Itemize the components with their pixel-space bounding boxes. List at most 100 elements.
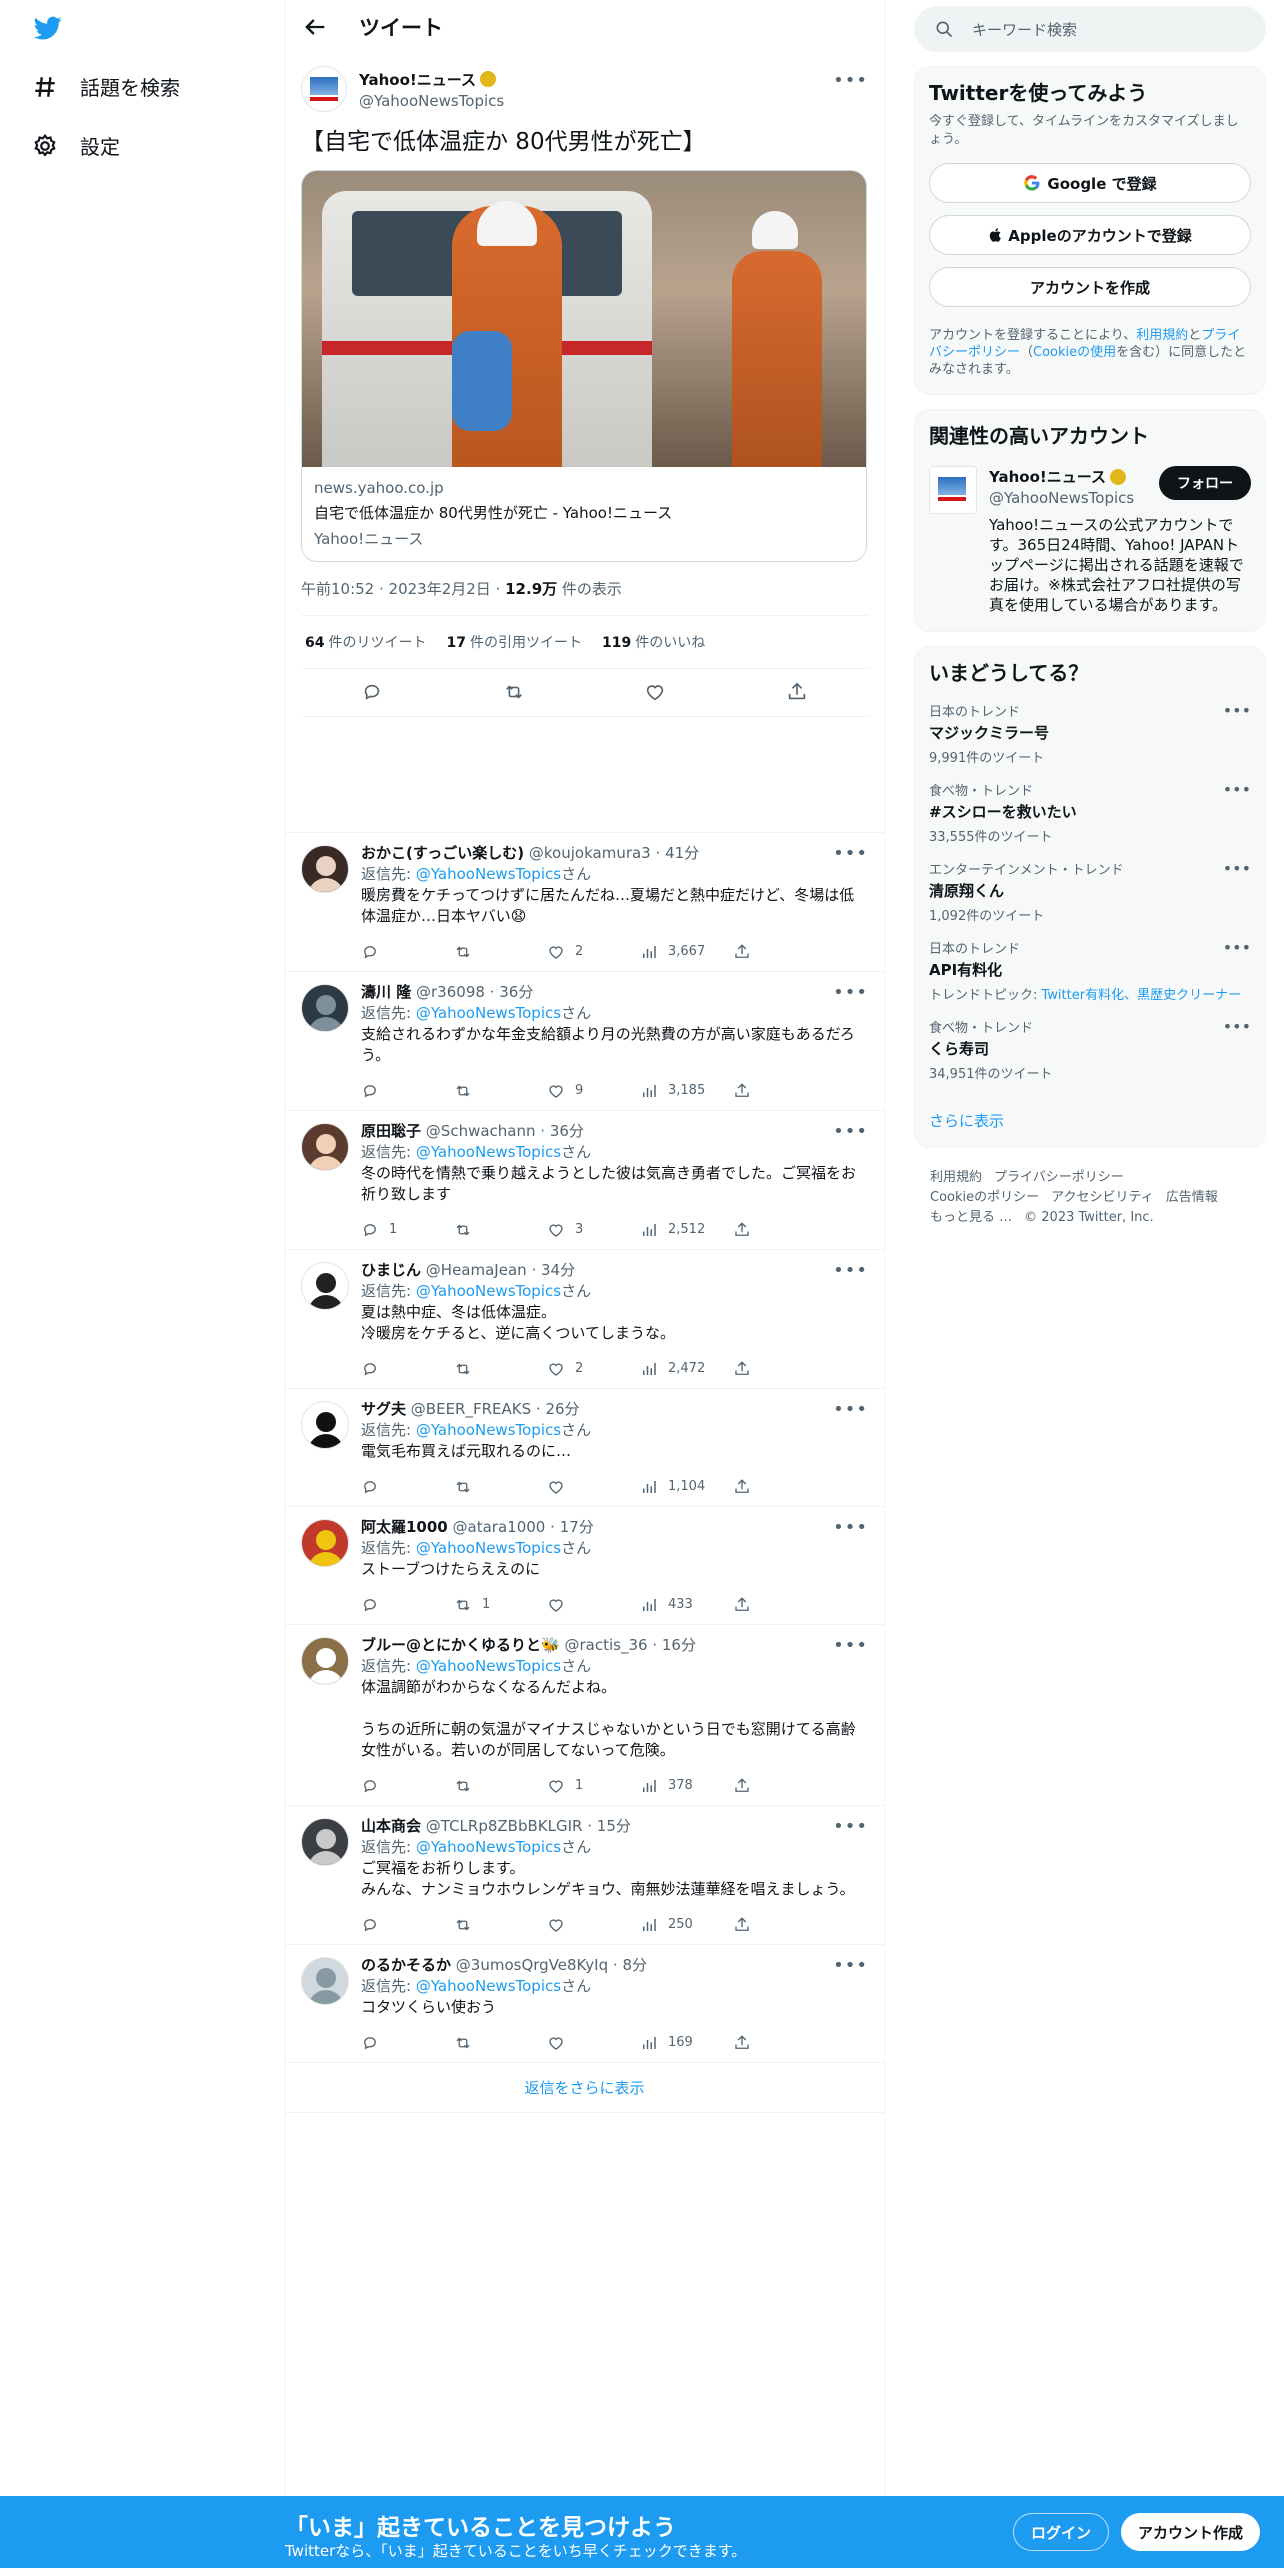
reply-avatar[interactable] bbox=[301, 1122, 349, 1171]
views-button[interactable]: 1,104 bbox=[640, 1478, 733, 1496]
reply-author-name[interactable]: 阿太羅1000 bbox=[361, 1518, 448, 1536]
trend-item[interactable]: エンターテインメント・トレンド 清原翔くん 1,092件のツイート ••• bbox=[929, 859, 1251, 924]
retweet-button[interactable] bbox=[454, 1777, 547, 1795]
share-button[interactable] bbox=[733, 1082, 826, 1100]
reply-author-handle[interactable]: @r36098 bbox=[416, 983, 485, 1001]
tweet-date[interactable]: 2023年2月2日 bbox=[389, 580, 491, 598]
trend-related-links[interactable]: Twitter有料化、黒歴史クリーナー bbox=[1042, 988, 1242, 1003]
retweet-button[interactable] bbox=[454, 1478, 547, 1496]
more-options-icon[interactable]: ••• bbox=[833, 1121, 868, 1142]
retweet-button[interactable] bbox=[454, 943, 547, 961]
reply-avatar[interactable] bbox=[301, 1636, 349, 1685]
search-box[interactable]: キーワード検索 bbox=[914, 6, 1266, 52]
quotes-stat[interactable]: 17 件の引用ツイート bbox=[446, 632, 581, 652]
share-button[interactable] bbox=[733, 1478, 826, 1496]
share-button[interactable] bbox=[733, 1596, 826, 1614]
reply-tweet[interactable]: ひまじん @HeamaJean · 34分 ••• 返信先: @YahooNew… bbox=[285, 1250, 884, 1389]
reply-author-handle[interactable]: @TCLRp8ZBbBKLGIR bbox=[426, 1817, 583, 1835]
reply-button[interactable] bbox=[361, 2034, 454, 2052]
related-account[interactable]: Yahoo!ニュース @YahooNewsTopics Yahoo!ニュースの公… bbox=[929, 466, 1251, 615]
reply-button[interactable] bbox=[361, 1596, 454, 1614]
reply-time[interactable]: 34分 bbox=[541, 1261, 575, 1279]
retweet-button[interactable] bbox=[454, 1360, 547, 1378]
reply-tweet[interactable]: ブルー@とにかくゆるりと🐝 @ractis_36 · 16分 ••• 返信先: … bbox=[285, 1625, 884, 1806]
like-button[interactable]: 9 bbox=[547, 1082, 640, 1100]
reply-to-link[interactable]: @YahooNewsTopics bbox=[416, 1421, 561, 1439]
reply-avatar[interactable] bbox=[301, 844, 349, 893]
trend-item[interactable]: 日本のトレンド マジックミラー号 9,991件のツイート ••• bbox=[929, 701, 1251, 766]
likes-stat[interactable]: 119 件のいいね bbox=[602, 632, 705, 652]
more-options-icon[interactable]: ••• bbox=[833, 1260, 868, 1281]
like-button[interactable] bbox=[547, 1478, 640, 1496]
views-button[interactable]: 433 bbox=[640, 1596, 733, 1614]
retweets-stat[interactable]: 64 件のリツイート bbox=[305, 632, 426, 652]
more-options-icon[interactable]: ••• bbox=[1223, 780, 1251, 799]
share-button[interactable] bbox=[733, 1360, 826, 1378]
reply-time[interactable]: 16分 bbox=[662, 1636, 696, 1654]
create-account-button[interactable]: アカウントを作成 bbox=[929, 267, 1251, 307]
reply-author-name[interactable]: ブルー@とにかくゆるりと🐝 bbox=[361, 1636, 560, 1654]
related-account-avatar[interactable] bbox=[929, 466, 977, 514]
footer-link[interactable]: アクセシビリティ bbox=[1051, 1190, 1154, 1205]
more-options-icon[interactable]: ••• bbox=[833, 982, 868, 1003]
share-button[interactable] bbox=[733, 2034, 826, 2052]
footer-link[interactable]: もっと見る … bbox=[930, 1210, 1012, 1225]
reply-author-name[interactable]: のるかそるか bbox=[361, 1956, 451, 1974]
reply-avatar[interactable] bbox=[301, 1817, 349, 1866]
retweet-button[interactable]: 1 bbox=[454, 1596, 547, 1614]
reply-author-handle[interactable]: @Schwachann bbox=[426, 1122, 536, 1140]
more-options-icon[interactable]: ••• bbox=[833, 1635, 868, 1656]
reply-tweet[interactable]: のるかそるか @3umosQrgVe8KyIq · 8分 ••• 返信先: @Y… bbox=[285, 1945, 884, 2063]
footer-link[interactable]: プライバシーポリシー bbox=[994, 1170, 1124, 1185]
reply-author-handle[interactable]: @atara1000 bbox=[453, 1518, 546, 1536]
share-button[interactable] bbox=[733, 1777, 826, 1795]
reply-tweet[interactable]: 原田聡子 @Schwachann · 36分 ••• 返信先: @YahooNe… bbox=[285, 1111, 884, 1250]
reply-avatar[interactable] bbox=[301, 1400, 349, 1449]
back-arrow-icon[interactable] bbox=[301, 13, 329, 41]
more-options-icon[interactable]: ••• bbox=[1223, 1017, 1251, 1036]
reply-avatar[interactable] bbox=[301, 983, 349, 1032]
nav-explore[interactable]: 話題を検索 bbox=[32, 72, 180, 101]
related-account-name[interactable]: Yahoo!ニュース bbox=[989, 466, 1106, 487]
retweet-button[interactable] bbox=[454, 1221, 547, 1239]
author-avatar[interactable] bbox=[301, 66, 347, 112]
more-options-icon[interactable]: ••• bbox=[833, 843, 868, 864]
views-button[interactable]: 250 bbox=[640, 1916, 733, 1934]
reply-button[interactable] bbox=[361, 1082, 454, 1100]
reply-tweet[interactable]: サグ夫 @BEER_FREAKS · 26分 ••• 返信先: @YahooNe… bbox=[285, 1389, 884, 1507]
author-name[interactable]: Yahoo!ニュース bbox=[359, 69, 476, 90]
footer-link[interactable]: Cookieのポリシー bbox=[930, 1190, 1039, 1205]
show-more-replies[interactable]: 返信をさらに表示 bbox=[285, 2063, 884, 2113]
share-button[interactable] bbox=[733, 943, 826, 961]
reply-button[interactable] bbox=[361, 1478, 454, 1496]
reply-icon[interactable] bbox=[361, 681, 383, 703]
views-button[interactable]: 169 bbox=[640, 2034, 733, 2052]
retweet-button[interactable] bbox=[454, 1082, 547, 1100]
like-button[interactable]: 3 bbox=[547, 1221, 640, 1239]
reply-to-link[interactable]: @YahooNewsTopics bbox=[416, 1004, 561, 1022]
like-button[interactable]: 2 bbox=[547, 1360, 640, 1378]
views-button[interactable]: 3,667 bbox=[640, 943, 733, 961]
reply-author-name[interactable]: 原田聡子 bbox=[361, 1122, 421, 1140]
tweet-time[interactable]: 午前10:52 bbox=[301, 580, 374, 598]
retweet-icon[interactable] bbox=[503, 681, 525, 703]
reply-avatar[interactable] bbox=[301, 1956, 349, 2005]
like-icon[interactable] bbox=[644, 681, 666, 703]
reply-author-name[interactable]: おかこ(すっごい楽しむ) bbox=[361, 844, 524, 862]
retweet-button[interactable] bbox=[454, 2034, 547, 2052]
reply-avatar[interactable] bbox=[301, 1261, 349, 1310]
reply-author-handle[interactable]: @3umosQrgVe8KyIq bbox=[456, 1956, 608, 1974]
reply-tweet[interactable]: 山本商会 @TCLRp8ZBbBKLGIR · 15分 ••• 返信先: @Ya… bbox=[285, 1806, 884, 1945]
tweet-author[interactable]: Yahoo!ニュース @YahooNewsTopics ••• bbox=[301, 64, 868, 114]
like-button[interactable] bbox=[547, 1916, 640, 1934]
reply-time[interactable]: 17分 bbox=[560, 1518, 594, 1536]
reply-to-link[interactable]: @YahooNewsTopics bbox=[416, 1977, 561, 1995]
more-options-icon[interactable]: ••• bbox=[833, 1816, 868, 1837]
share-button[interactable] bbox=[733, 1221, 826, 1239]
reply-to-link[interactable]: @YahooNewsTopics bbox=[416, 1838, 561, 1856]
retweet-button[interactable] bbox=[454, 1916, 547, 1934]
reply-tweet[interactable]: おかこ(すっごい楽しむ) @koujokamura3 · 41分 ••• 返信先… bbox=[285, 833, 884, 972]
author-handle[interactable]: @YahooNewsTopics bbox=[359, 92, 504, 110]
reply-button[interactable] bbox=[361, 943, 454, 961]
footer-link[interactable]: 広告情報 bbox=[1166, 1190, 1218, 1205]
